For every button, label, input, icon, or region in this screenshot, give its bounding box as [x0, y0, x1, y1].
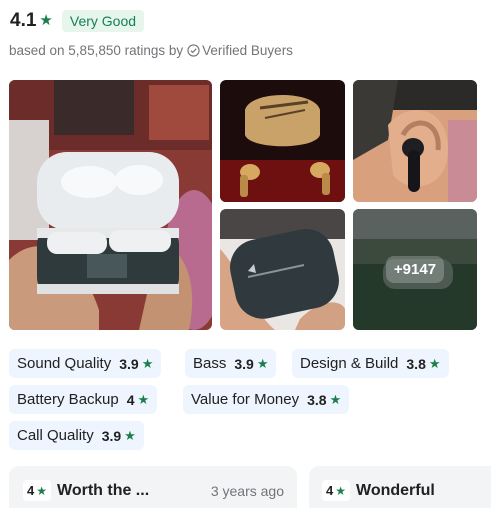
- aspect-label: Battery Backup: [17, 391, 119, 408]
- review-rating-value: 4: [27, 483, 35, 498]
- star-icon: ★: [335, 483, 346, 498]
- aspect-label: Design & Build: [300, 355, 399, 372]
- review-photo-3[interactable]: [353, 80, 477, 202]
- review-card[interactable]: 4 ★ Wonderful: [309, 466, 491, 508]
- aspect-chip-value-for-money[interactable]: Value for Money 3.8 ★: [183, 385, 350, 414]
- aspect-chip-design-build[interactable]: Design & Build 3.8 ★: [292, 349, 449, 378]
- review-card-header: 4 ★ Wonderful: [322, 480, 435, 501]
- aspect-label: Call Quality: [17, 427, 94, 444]
- review-title: Wonderful: [356, 481, 435, 499]
- earbuds-case-open-image: [9, 80, 212, 330]
- rating-summary: 4.1 ★ Very Good: [10, 10, 145, 32]
- review-photo-2[interactable]: [220, 80, 345, 202]
- star-icon: ★: [141, 355, 154, 371]
- verified-check-icon: [187, 44, 200, 57]
- gold-earbuds-image: [220, 80, 345, 202]
- review-rating-value: 4: [326, 483, 334, 498]
- rating-label-badge: Very Good: [61, 10, 145, 32]
- review-photo-4[interactable]: [220, 209, 345, 330]
- aspect-label: Bass: [193, 355, 227, 372]
- aspect-value: 3.9: [119, 355, 139, 372]
- star-icon: ★: [36, 483, 47, 498]
- review-rating-badge: 4 ★: [322, 480, 350, 501]
- aspect-label: Sound Quality: [17, 355, 112, 372]
- aspect-value: 3.9: [234, 355, 254, 372]
- aspect-chip-bass[interactable]: Bass 3.9 ★: [185, 349, 277, 378]
- aspect-chip-sound-quality[interactable]: Sound Quality 3.9 ★: [9, 349, 162, 378]
- ratings-count-line: based on 5,85,850 ratings by Verified Bu…: [9, 43, 293, 58]
- verified-buyers-text: Verified Buyers: [202, 43, 293, 58]
- review-card-header: 4 ★ Worth the ...: [23, 480, 149, 501]
- earbud-in-ear-image: [353, 80, 477, 202]
- aspect-chip-battery-backup[interactable]: Battery Backup 4 ★: [9, 385, 158, 414]
- star-icon: ★: [137, 391, 150, 407]
- aspect-chip-call-quality[interactable]: Call Quality 3.9 ★: [9, 421, 144, 450]
- aspect-value: 3.9: [101, 427, 122, 444]
- aspect-label: Value for Money: [191, 391, 300, 408]
- ratings-count-text: based on 5,85,850 ratings by: [9, 43, 184, 58]
- review-photo-more[interactable]: +9147: [353, 209, 477, 330]
- more-photos-overlay: +9147: [353, 209, 477, 330]
- review-time: 3 years ago: [210, 483, 284, 499]
- aspect-value: 3.8: [406, 355, 426, 372]
- star-icon: ★: [329, 391, 342, 407]
- aspect-value: 3.8: [307, 391, 327, 408]
- star-icon: ★: [256, 355, 269, 371]
- charging-case-in-hand-image: [220, 209, 345, 330]
- star-icon: ★: [39, 12, 53, 29]
- average-rating: 4.1: [10, 10, 37, 31]
- more-photos-count[interactable]: +9147: [385, 256, 445, 283]
- review-photo-main[interactable]: [9, 80, 212, 330]
- review-title: Worth the ...: [57, 481, 150, 499]
- review-rating-badge: 4 ★: [23, 480, 51, 501]
- star-icon: ★: [124, 427, 136, 443]
- aspect-value: 4: [126, 391, 135, 408]
- star-icon: ★: [428, 355, 441, 371]
- review-card[interactable]: 4 ★ Worth the ... 3 years ago: [9, 466, 297, 508]
